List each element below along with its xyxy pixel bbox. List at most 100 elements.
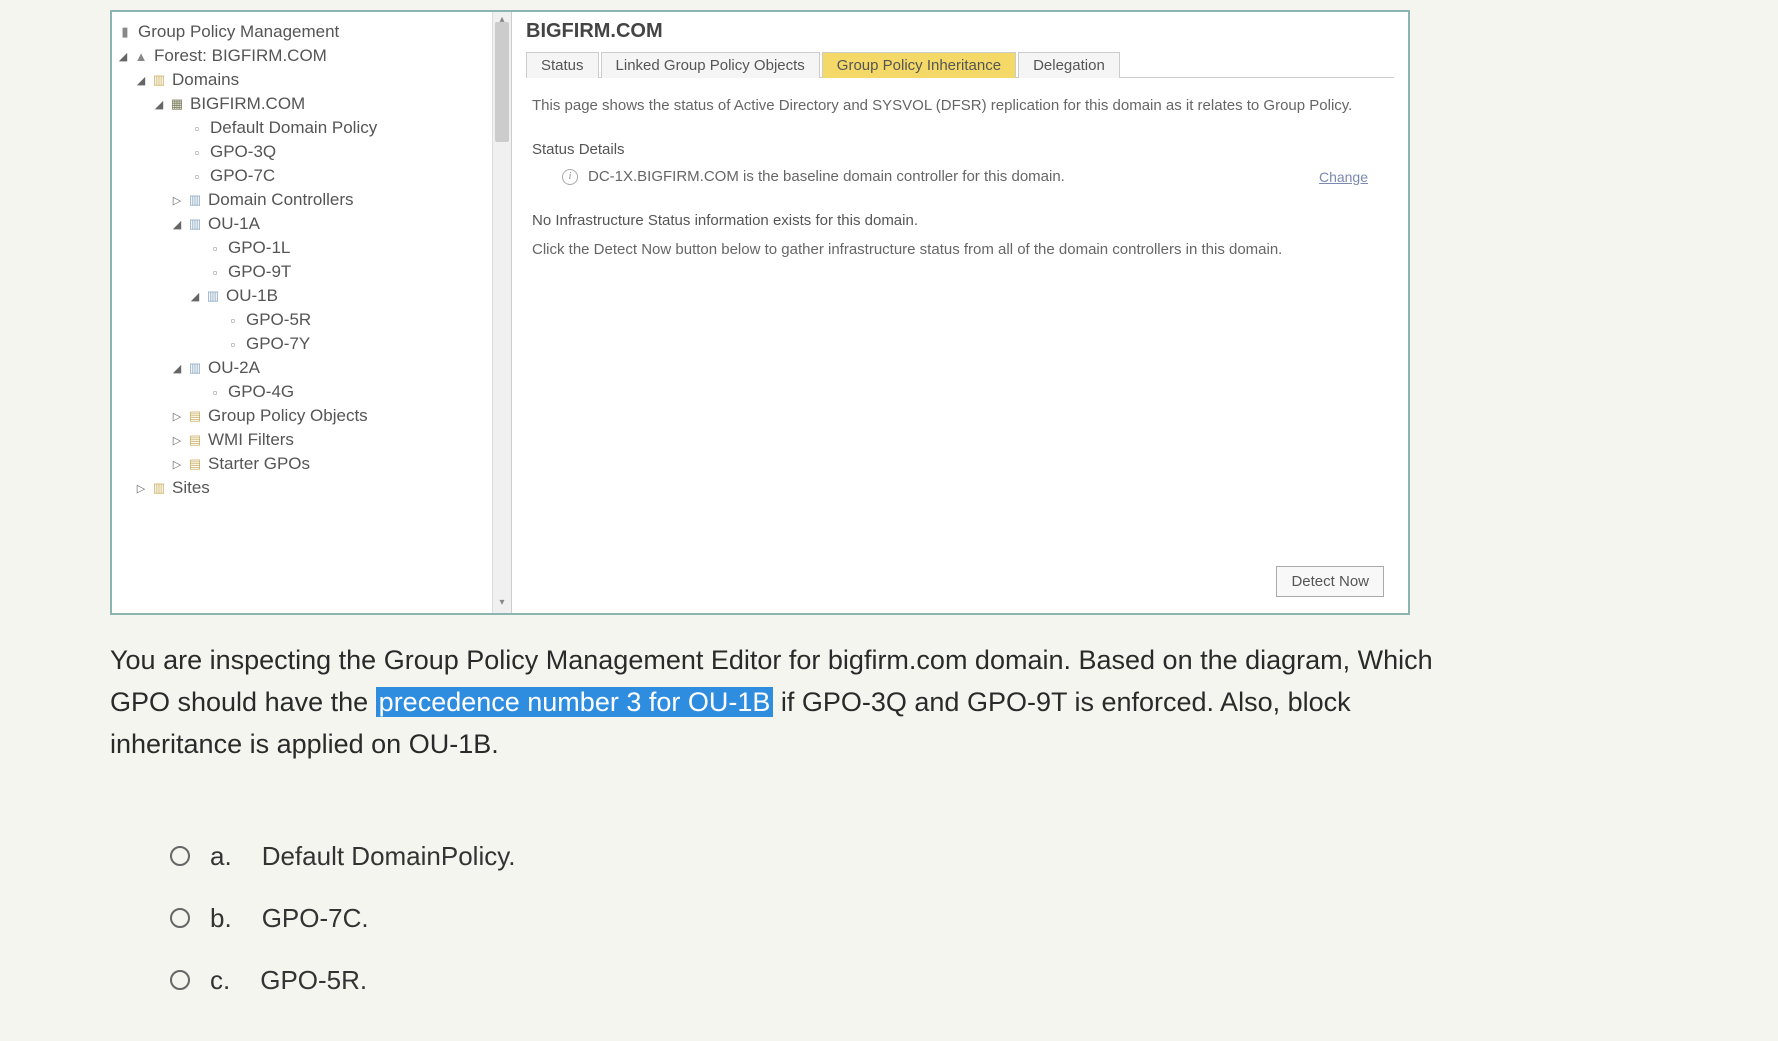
expander-icon[interactable]: ▷ bbox=[170, 458, 184, 471]
tree-ou1a[interactable]: ◢ ▥ OU-1A bbox=[116, 212, 507, 236]
content-title: BIGFIRM.COM bbox=[526, 20, 1394, 43]
content-panel: BIGFIRM.COM Status Linked Group Policy O… bbox=[512, 12, 1408, 613]
tree-gpo7y-label: GPO-7Y bbox=[246, 334, 310, 354]
expander-icon[interactable]: ◢ bbox=[188, 290, 202, 303]
tree-ou1b-label: OU-1B bbox=[226, 286, 278, 306]
tree-gpo7c[interactable]: ▫ GPO-7C bbox=[116, 164, 507, 188]
folder-icon: ▥ bbox=[150, 72, 168, 88]
change-link[interactable]: Change bbox=[1319, 168, 1368, 186]
tree-root-label: Group Policy Management bbox=[138, 22, 339, 42]
question-line2: GPO should have the precedence number 3 … bbox=[110, 682, 1650, 724]
radio-icon[interactable] bbox=[170, 846, 190, 866]
option-b-text: GPO-7C. bbox=[262, 898, 369, 938]
tree-gpo4g[interactable]: ▫ GPO-4G bbox=[116, 380, 507, 404]
option-b-letter: b. bbox=[210, 898, 232, 938]
radio-icon[interactable] bbox=[170, 908, 190, 928]
q2-highlight: precedence number 3 for OU-1B bbox=[376, 687, 774, 717]
tree-gpo3q-label: GPO-3Q bbox=[210, 142, 276, 162]
expander-icon[interactable]: ▷ bbox=[170, 434, 184, 447]
tree-sites[interactable]: ▷ ▥ Sites bbox=[116, 476, 507, 500]
gpo-link-icon: ▫ bbox=[188, 120, 206, 136]
tree-gpo3q[interactable]: ▫ GPO-3Q bbox=[116, 140, 507, 164]
tab-delegation[interactable]: Delegation bbox=[1018, 52, 1120, 78]
tree-starter[interactable]: ▷ ▤ Starter GPOs bbox=[116, 452, 507, 476]
tree-gpo7y[interactable]: ▫ GPO-7Y bbox=[116, 332, 507, 356]
tree-gpo9t-label: GPO-9T bbox=[228, 262, 291, 282]
tree-forest-label: Forest: BIGFIRM.COM bbox=[154, 46, 327, 66]
option-c[interactable]: c. GPO-5R. bbox=[170, 960, 1650, 1000]
tree-sites-label: Sites bbox=[172, 478, 210, 498]
folder-icon: ▤ bbox=[186, 432, 204, 448]
tree-gpo1l-label: GPO-1L bbox=[228, 238, 290, 258]
status-details-header: Status Details bbox=[532, 140, 1388, 160]
tree-gpo-container-label: Group Policy Objects bbox=[208, 406, 368, 426]
tree-ou2a-label: OU-2A bbox=[208, 358, 260, 378]
gpo-link-icon: ▫ bbox=[224, 336, 242, 352]
tree-panel: ▴ ▾ ▮ Group Policy Management ◢ ▲ Forest… bbox=[112, 12, 512, 613]
ou-icon: ▥ bbox=[186, 360, 204, 376]
scroll-down-arrow[interactable]: ▾ bbox=[495, 597, 509, 611]
tree-gpo9t[interactable]: ▫ GPO-9T bbox=[116, 260, 507, 284]
console-icon: ▮ bbox=[116, 24, 134, 40]
gpo-link-icon: ▫ bbox=[188, 168, 206, 184]
expander-icon[interactable]: ◢ bbox=[152, 98, 166, 111]
domain-icon: ▦ bbox=[168, 96, 186, 112]
tree-dc-label: Domain Controllers bbox=[208, 190, 354, 210]
tree-gpo4g-label: GPO-4G bbox=[228, 382, 294, 402]
tree-ou1b[interactable]: ◢ ▥ OU-1B bbox=[116, 284, 507, 308]
options: a. Default DomainPolicy. b. GPO-7C. c. G… bbox=[170, 836, 1650, 1001]
tree-domain-label: BIGFIRM.COM bbox=[190, 94, 305, 114]
tree-domains-label: Domains bbox=[172, 70, 239, 90]
tree-domain[interactable]: ◢ ▦ BIGFIRM.COM bbox=[116, 92, 507, 116]
option-c-text: GPO-5R. bbox=[260, 960, 367, 1000]
tree-gpo5r-label: GPO-5R bbox=[246, 310, 311, 330]
tab-strip: Status Linked Group Policy Objects Group… bbox=[526, 51, 1394, 78]
option-a-letter: a. bbox=[210, 836, 232, 876]
tree-gpo-container[interactable]: ▷ ▤ Group Policy Objects bbox=[116, 404, 507, 428]
status-intro: This page shows the status of Active Dir… bbox=[532, 96, 1388, 116]
gpo-link-icon: ▫ bbox=[224, 312, 242, 328]
scroll-thumb[interactable] bbox=[495, 22, 509, 142]
ou-icon: ▥ bbox=[186, 216, 204, 232]
tree-gpo5r[interactable]: ▫ GPO-5R bbox=[116, 308, 507, 332]
option-b[interactable]: b. GPO-7C. bbox=[170, 898, 1650, 938]
option-a[interactable]: a. Default DomainPolicy. bbox=[170, 836, 1650, 876]
tab-gp-inheritance[interactable]: Group Policy Inheritance bbox=[822, 52, 1016, 78]
tree-ou2a[interactable]: ◢ ▥ OU-2A bbox=[116, 356, 507, 380]
question-line3: inheritance is applied on OU-1B. bbox=[110, 724, 1650, 766]
expander-icon[interactable]: ▷ bbox=[134, 482, 148, 495]
gpo-link-icon: ▫ bbox=[206, 240, 224, 256]
tree-ou1a-label: OU-1A bbox=[208, 214, 260, 234]
expander-icon[interactable]: ◢ bbox=[170, 218, 184, 231]
no-infra-text: No Infrastructure Status information exi… bbox=[532, 211, 1388, 231]
tree-gpo1l[interactable]: ▫ GPO-1L bbox=[116, 236, 507, 260]
tree-wmi-label: WMI Filters bbox=[208, 430, 294, 450]
expander-icon[interactable]: ▷ bbox=[170, 194, 184, 207]
info-icon: i bbox=[562, 169, 578, 185]
sites-icon: ▥ bbox=[150, 480, 168, 496]
question-line1: You are inspecting the Group Policy Mana… bbox=[110, 640, 1650, 682]
radio-icon[interactable] bbox=[170, 970, 190, 990]
status-body: This page shows the status of Active Dir… bbox=[526, 78, 1394, 278]
option-a-text: Default DomainPolicy. bbox=[262, 836, 516, 876]
folder-icon: ▤ bbox=[186, 408, 204, 424]
expander-icon[interactable]: ◢ bbox=[134, 74, 148, 87]
question-block: You are inspecting the Group Policy Mana… bbox=[110, 640, 1650, 1022]
tree-gpo7c-label: GPO-7C bbox=[210, 166, 275, 186]
tab-linked-gpos[interactable]: Linked Group Policy Objects bbox=[601, 52, 820, 78]
q2-b: if GPO-3Q and GPO-9T is enforced. Also, … bbox=[773, 687, 1350, 717]
gpmc-window: ▴ ▾ ▮ Group Policy Management ◢ ▲ Forest… bbox=[110, 10, 1410, 615]
detect-hint: Click the Detect Now button below to gat… bbox=[532, 240, 1388, 260]
tree-wmi[interactable]: ▷ ▤ WMI Filters bbox=[116, 428, 507, 452]
expander-icon[interactable]: ▷ bbox=[170, 410, 184, 423]
expander-icon[interactable]: ◢ bbox=[170, 362, 184, 375]
tree-dc[interactable]: ▷ ▥ Domain Controllers bbox=[116, 188, 507, 212]
baseline-text: DC-1X.BIGFIRM.COM is the baseline domain… bbox=[588, 167, 1065, 187]
tree-domains[interactable]: ◢ ▥ Domains bbox=[116, 68, 507, 92]
expander-icon[interactable]: ◢ bbox=[116, 50, 130, 63]
tree-forest[interactable]: ◢ ▲ Forest: BIGFIRM.COM bbox=[116, 44, 507, 68]
detect-now-button[interactable]: Detect Now bbox=[1276, 566, 1384, 597]
tree-ddp[interactable]: ▫ Default Domain Policy bbox=[116, 116, 507, 140]
tree-root[interactable]: ▮ Group Policy Management bbox=[116, 20, 507, 44]
tab-status[interactable]: Status bbox=[526, 52, 599, 78]
